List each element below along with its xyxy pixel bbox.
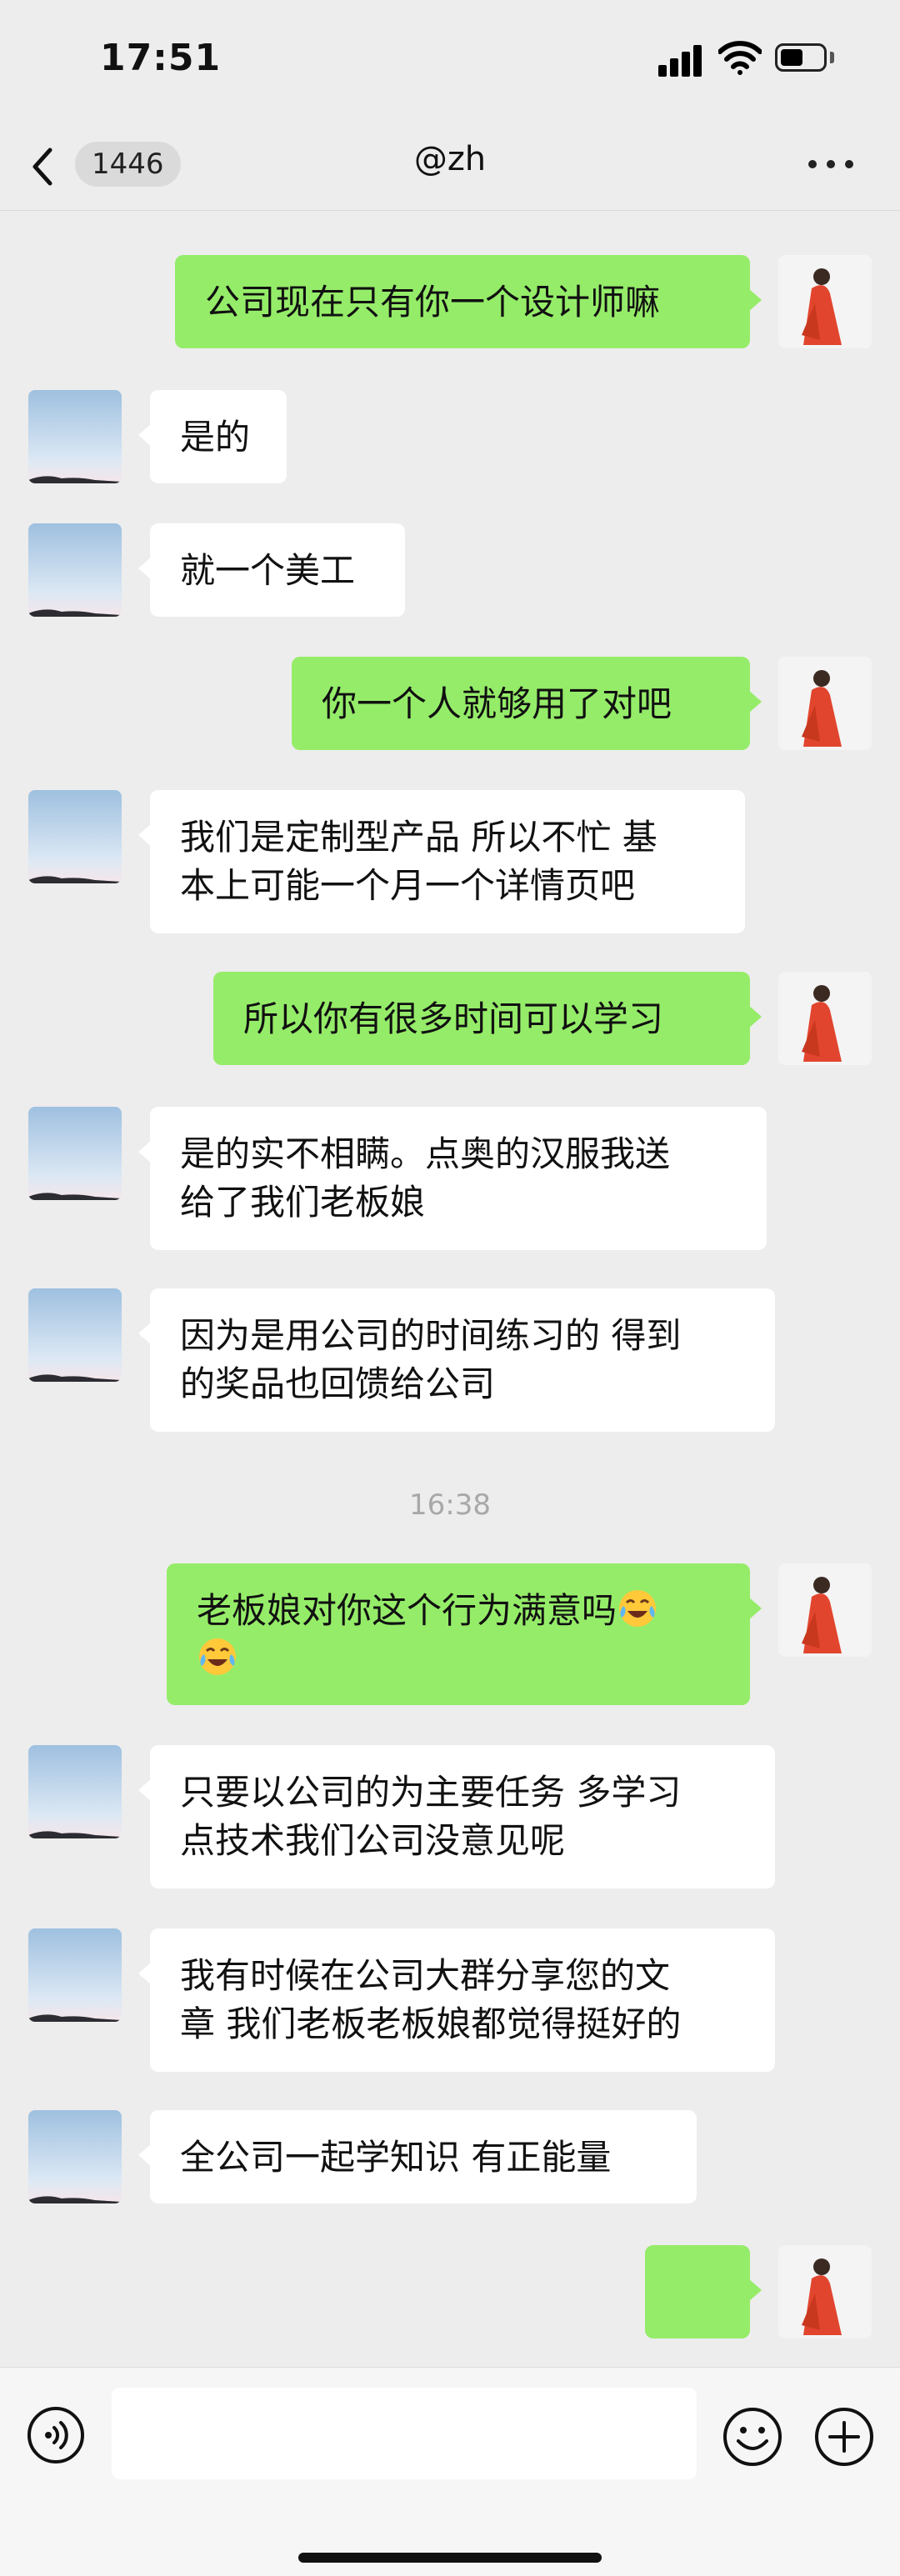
chat-title: @zh [413,140,487,178]
message-bubble-sent[interactable]: 你一个人就够用了对吧 [292,657,762,750]
my-avatar[interactable] [778,255,872,348]
message-bubble-sent[interactable]: 老板娘对你这个行为满意吗 [167,1563,762,1705]
plus-icon[interactable] [813,2406,875,2468]
message-bubble-received[interactable]: 就一个美工 [138,523,405,617]
my-avatar[interactable] [778,972,872,1065]
wifi-icon [718,41,762,75]
message-bubble-received[interactable]: 是的 [138,390,287,483]
message-text: 老板娘对你这个行为满意吗 [197,1590,618,1631]
contact-avatar[interactable] [28,790,122,883]
contact-avatar[interactable] [28,390,122,483]
message-bubble-received[interactable]: 全公司一起学知识 有正能量 [138,2110,697,2203]
message-bubble-sent[interactable]: 所以你有很多时间可以学习 [213,972,762,1065]
contact-avatar[interactable] [28,1107,122,1200]
contact-avatar[interactable] [28,1928,122,2022]
battery-tip [830,52,834,63]
more-options-button[interactable] [808,153,858,173]
home-indicator [298,2553,602,2563]
tears-of-joy-emoji-icon [619,1590,657,1627]
my-avatar[interactable] [778,657,872,750]
tears-of-joy-emoji-icon [199,1638,236,1675]
message-timestamp: 16:38 [409,1488,491,1522]
message-bubble-received[interactable]: 我有时候在公司大群分享您的文 章 我们老板老板娘都觉得挺好的 [138,1928,775,2072]
message-bubble-sent[interactable]: 公司现在只有你一个设计师嘛 [175,255,762,348]
battery-icon [775,43,827,72]
chat-input-bar [0,2367,900,2576]
status-time: 17:51 [100,37,222,79]
message-bubble-received[interactable]: 只要以公司的为主要任务 多学习 点技术我们公司没意见呢 [138,1745,775,1888]
contact-avatar[interactable] [28,2110,122,2203]
message-bubble-received[interactable]: 是的实不相瞒。点奥的汉服我送 给了我们老板娘 [138,1107,767,1250]
contact-avatar[interactable] [28,523,122,617]
chat-header: 1446 @zh [0,117,900,211]
status-bar: 17:51 [0,0,900,117]
message-bubble-sent[interactable] [645,2245,762,2408]
my-avatar[interactable] [778,2245,872,2338]
message-bubble-received[interactable]: 因为是用公司的时间练习的 得到 的奖品也回馈给公司 [138,1288,775,1432]
message-input[interactable] [112,2388,697,2479]
voice-input-icon[interactable] [27,2406,85,2464]
contact-avatar[interactable] [28,1745,122,1838]
cellular-signal-icon [658,43,705,77]
emoji-icon[interactable] [722,2406,783,2468]
my-avatar[interactable] [778,1563,872,1657]
message-bubble-received[interactable]: 我们是定制型产品 所以不忙 基 本上可能一个月一个详情页吧 [138,790,745,933]
contact-avatar[interactable] [28,1288,122,1382]
